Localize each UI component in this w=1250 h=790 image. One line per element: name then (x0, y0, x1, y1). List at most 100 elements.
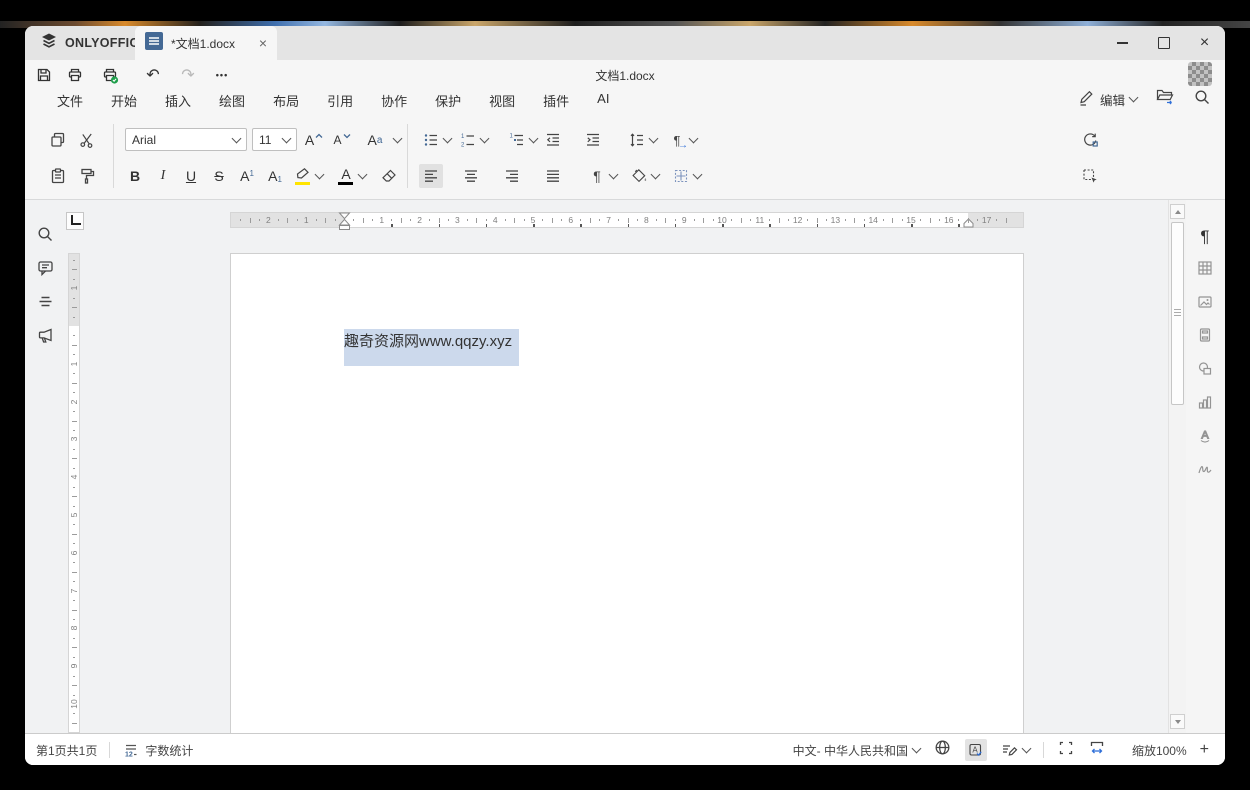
font-color-arrow[interactable] (357, 164, 367, 188)
edit-mode-button[interactable]: 编辑 (1077, 89, 1139, 110)
fit-page-button[interactable] (1057, 739, 1075, 762)
shading-button[interactable] (627, 164, 651, 188)
comments-panel-button[interactable] (33, 258, 57, 282)
multilevel-list-arrow[interactable] (528, 128, 538, 152)
paste-button[interactable] (46, 164, 70, 188)
horizontal-ruler[interactable]: 2 1 1 2 3 4 5 6 7 8 9 10 11 12 13 14 15 16 17 (230, 212, 1024, 231)
line-spacing-arrow[interactable] (648, 128, 658, 152)
format-painter-button[interactable] (75, 164, 99, 188)
font-size-combo[interactable]: 11 (252, 128, 297, 151)
chevron-down-icon (1128, 92, 1139, 103)
cut-button[interactable] (75, 128, 99, 152)
clear-formatting-button[interactable] (377, 164, 401, 188)
document-page[interactable]: 趣奇资源网www.qqzy.xyz (230, 253, 1024, 733)
fit-width-button[interactable] (1088, 739, 1106, 762)
minimize-button[interactable] (1102, 26, 1143, 60)
align-left-button[interactable] (419, 164, 443, 188)
highlight-color-button[interactable] (291, 164, 315, 188)
replace-button[interactable] (1078, 128, 1102, 152)
ruler-tick (693, 219, 695, 221)
paragraph-direction-button[interactable]: ¶ → (665, 128, 689, 152)
shape-settings-panel-button[interactable] (1193, 359, 1217, 383)
tab-close-icon[interactable]: × (259, 36, 267, 50)
subscript-letter: A (268, 168, 278, 184)
vertical-scrollbar[interactable] (1168, 200, 1186, 733)
show-paragraph-arrow[interactable] (608, 164, 618, 188)
open-file-location-button[interactable] (1155, 87, 1175, 111)
decrease-font-size-button[interactable]: A (330, 128, 354, 152)
quick-print-button[interactable] (98, 63, 122, 87)
increase-indent-button[interactable] (581, 128, 605, 152)
font-color-button[interactable]: A (334, 164, 358, 188)
superscript-button[interactable]: A1 (235, 164, 259, 188)
feedback-panel-button[interactable] (33, 326, 57, 350)
multilevel-list-button[interactable]: 1 (505, 128, 529, 152)
quick-access-toolbar: 文档1.docx ↶ ↷ ••• (25, 60, 1225, 90)
copy-button[interactable] (46, 128, 70, 152)
zoom-in-button[interactable]: + (1200, 742, 1209, 758)
select-all-button[interactable] (1078, 164, 1102, 188)
close-button[interactable]: × (1184, 26, 1225, 60)
numbering-arrow[interactable] (479, 128, 489, 152)
save-button[interactable] (32, 63, 56, 87)
tab-stop-selector[interactable] (66, 212, 84, 230)
borders-arrow[interactable] (692, 164, 702, 188)
page-number-indicator[interactable]: 第1页共1页 (36, 742, 97, 759)
paragraph-direction-arrow[interactable] (688, 128, 698, 152)
italic-button[interactable]: I (151, 164, 175, 188)
bullets-arrow[interactable] (442, 128, 452, 152)
document-tab[interactable]: *文档1.docx × (135, 26, 277, 60)
indent-markers[interactable] (338, 212, 351, 231)
header-footer-settings-panel-button[interactable] (1193, 326, 1217, 350)
zoom-level-label[interactable]: 缩放100% (1132, 742, 1187, 759)
underline-button[interactable]: U (179, 164, 203, 188)
ruler-tick (618, 219, 620, 221)
highlight-color-arrow[interactable] (314, 164, 324, 188)
subscript-button[interactable]: A1 (263, 164, 287, 188)
paragraph-settings-panel-button[interactable]: ¶ (1193, 225, 1217, 249)
scroll-up-button[interactable] (1170, 204, 1185, 219)
chart-settings-panel-button[interactable] (1193, 393, 1217, 417)
document-language-button[interactable] (933, 738, 952, 762)
image-settings-panel-button[interactable] (1193, 292, 1217, 316)
navigation-panel-button[interactable] (33, 292, 57, 316)
word-count-button[interactable]: 12 字数统计 (122, 741, 193, 759)
search-panel-button[interactable] (33, 224, 57, 248)
language-selector[interactable]: 中文- 中华人民共和国 (793, 742, 922, 759)
search-button[interactable] (1193, 88, 1211, 111)
bold-button[interactable]: B (123, 164, 147, 188)
customize-qat-button[interactable]: ••• (210, 63, 234, 87)
align-center-button[interactable] (459, 164, 483, 188)
change-case-button[interactable]: A a (360, 128, 390, 152)
table-settings-panel-button[interactable] (1193, 259, 1217, 283)
line-spacing-button[interactable] (625, 128, 649, 152)
shading-arrow[interactable] (650, 164, 660, 188)
arrow-right-glyph: → (678, 140, 688, 151)
print-button[interactable] (63, 63, 87, 87)
change-case-arrow[interactable] (392, 128, 402, 152)
font-name-combo[interactable]: Arial (125, 128, 247, 151)
scroll-down-button[interactable] (1170, 714, 1185, 729)
strikethrough-button[interactable]: S (207, 164, 231, 188)
borders-button[interactable] (669, 164, 693, 188)
bullets-button[interactable] (419, 128, 443, 152)
scrollbar-thumb[interactable] (1171, 222, 1184, 405)
increase-font-size-button[interactable]: A (302, 128, 326, 152)
avatar[interactable] (1188, 62, 1212, 86)
redo-button[interactable]: ↷ (176, 63, 200, 87)
text-art-settings-panel-button[interactable]: A (1193, 426, 1217, 450)
minimize-icon (1117, 42, 1128, 44)
numbering-button[interactable]: 12 (456, 128, 480, 152)
spell-check-button[interactable]: A (964, 739, 987, 761)
vertical-ruler[interactable]: 1 1 2 3 4 5 6 7 8 9 10 (68, 253, 80, 733)
align-right-button[interactable] (500, 164, 524, 188)
undo-button[interactable]: ↶ (141, 63, 165, 87)
document-text[interactable]: 趣奇资源网www.qqzy.xyz (344, 329, 519, 353)
align-justify-button[interactable] (541, 164, 565, 188)
signature-settings-panel-button[interactable] (1193, 460, 1217, 484)
menu-tab-ai[interactable]: AI (595, 90, 611, 111)
maximize-button[interactable] (1143, 26, 1184, 60)
track-changes-button[interactable] (1000, 741, 1032, 759)
show-paragraph-marks-button[interactable]: ¶ (585, 164, 609, 188)
decrease-indent-button[interactable] (541, 128, 565, 152)
